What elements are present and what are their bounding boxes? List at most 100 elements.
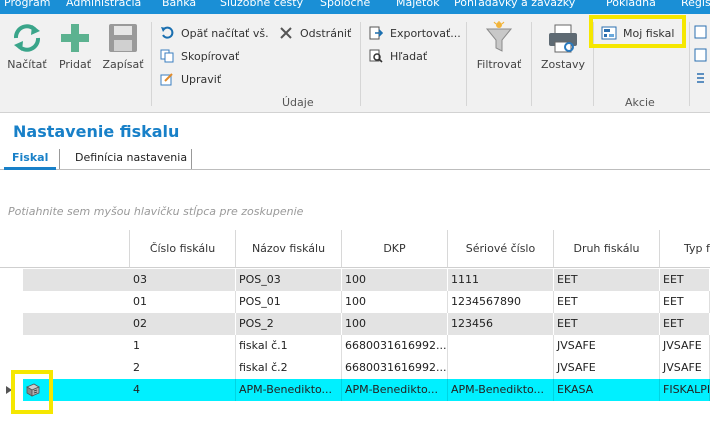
cell-nazov: POS_2 [236,313,342,335]
fiscal-data-grid: Číslo fiskálu Názov fiskálu DKP Sériové … [0,230,710,423]
cell-druh: EET [554,291,660,313]
table-row[interactable]: 03 POS_03 100 1111 EET EET [0,269,710,291]
zapisat-button[interactable]: Zapísať [100,20,146,71]
cell-seriove [448,357,554,379]
ribbon-separator [466,22,467,106]
cell-typ: EET [660,269,710,291]
page-title: Nastavenie fiskalu [13,122,180,141]
column-header-nazov-fiskalu[interactable]: Názov fiskálu [236,230,342,268]
table-row[interactable]: 1 fiskal č.1 6680031616992... JVSAFE JVS… [0,335,710,357]
cell-druh: EET [554,269,660,291]
cell-nazov: fiskal č.2 [236,357,342,379]
skopirovat-button[interactable]: Skopírovať [158,46,239,66]
zapisat-label: Zapísať [102,58,144,71]
cell-cislo: 1 [130,335,236,357]
column-header-seriove-cislo[interactable]: Sériové číslo [448,230,554,268]
cell-typ: EET [660,313,710,335]
upravit-label: Upraviť [181,72,222,86]
menu-registre[interactable]: Regis [681,0,710,9]
cell-druh: EET [554,313,660,335]
hladat-button[interactable]: Hľadať [367,46,427,66]
odstranit-button[interactable]: Odstrániť [277,23,351,43]
main-menu-bar: Program Administrácia Banka Služobné ces… [0,0,710,14]
export-icon [367,25,385,41]
zostavy-label: Zostavy [540,58,586,71]
tab-definicia-nastavenia[interactable]: Definícia nastavenia [67,147,195,170]
filtrovat-label: Filtrovať [476,58,522,71]
cell-seriove: 123456 [448,313,554,335]
skopirovat-label: Skopírovať [181,49,240,63]
zostavy-button[interactable]: Zostavy [538,20,588,71]
menu-banka[interactable]: Banka [162,0,196,9]
opat-nacitat-label: Opäť načítať vš. [181,26,269,40]
cell-cislo: 02 [130,313,236,335]
exportovat-label: Exportovať... [390,26,461,40]
filtrovat-button[interactable]: Filtrovať [474,20,524,71]
cell-druh: JVSAFE [554,335,660,357]
menu-majetok[interactable]: Majetok [396,0,439,9]
cell-druh: JVSAFE [554,357,660,379]
row-indicator-header [0,230,23,268]
ribbon-separator [151,22,152,106]
cell-dkp: 6680031616992... [342,335,448,357]
table-row[interactable]: 02 POS_2 100 123456 EET EET [0,313,710,335]
column-header-dkp[interactable]: DKP [342,230,448,268]
highlight-box [11,370,53,414]
row-indicator [0,291,23,313]
find-binoculars-icon [367,48,385,64]
cell-cislo: 03 [130,269,236,291]
ribbon-separator [360,22,361,106]
table-row-selected[interactable]: 4 APM-Benedikto... APM-Benedikto... APM-… [0,379,710,401]
cell-cislo: 2 [130,357,236,379]
row-indicator [0,269,23,291]
cell-dkp: 6680031616992... [342,357,448,379]
opat-nacitat-button[interactable]: Opäť načítať vš. [158,23,269,43]
odstranit-label: Odstrániť [300,26,352,40]
copy-icon [158,48,176,64]
cell-typ: JVSAFE [660,335,710,357]
cell-seriove: 1234567890 [448,291,554,313]
cell-typ: EET [660,291,710,313]
cell-seriove [448,335,554,357]
menu-administracia[interactable]: Administrácia [66,0,141,9]
cell-dkp: 100 [342,269,448,291]
column-header-icon[interactable] [23,230,130,268]
cell-druh: EKASA [554,379,660,401]
reload-all-icon [158,25,176,41]
exportovat-button[interactable]: Exportovať... [367,23,461,43]
menu-sluzobne-cesty[interactable]: Služobné cesty [220,0,303,9]
menu-spolocne[interactable]: Spoločné [320,0,370,9]
refresh-icon [4,20,50,56]
highlight-box [589,15,686,48]
edit-icon [158,71,176,87]
ribbon-toolbar: Načítať Pridať Zapísať Opäť načítať vš. … [0,14,710,113]
upravit-button[interactable]: Upraviť [158,69,221,89]
cell-nazov: fiskal č.1 [236,335,342,357]
ribbon-overflow-icons [693,24,709,90]
group-by-hint[interactable]: Potiahnite sem myšou hlavičku stĺpca pre… [8,205,303,218]
tab-separator [59,149,60,169]
nacitat-label: Načítať [7,58,47,71]
filter-funnel-icon [474,20,524,56]
group-udaje-label: Údaje [282,96,314,109]
pridat-button[interactable]: Pridať [52,20,98,71]
menu-pohladavky[interactable]: Pohľadávky a záväzky [454,0,575,9]
plus-icon [52,20,98,56]
group-akcie-label: Akcie [625,96,655,109]
cell-nazov: POS_03 [236,269,342,291]
nacitat-button[interactable]: Načítať [4,20,50,71]
menu-program[interactable]: Program [4,0,50,9]
tab-separator [191,149,192,169]
column-header-cislo-fiskalu[interactable]: Číslo fiskálu [130,230,236,268]
column-header-typ-fiskalu[interactable]: Typ f [660,230,710,268]
cell-typ: FISKALPR [660,379,710,401]
table-row[interactable]: 2 fiskal č.2 6680031616992... JVSAFE JVS… [0,357,710,379]
cell-cislo: 4 [130,379,236,401]
tab-fiskal[interactable]: Fiskal [4,147,57,170]
table-row[interactable]: 01 POS_01 100 1234567890 EET EET [0,291,710,313]
menu-pokladna[interactable]: Pokladňa [606,0,656,9]
cell-nazov: POS_01 [236,291,342,313]
row-indicator [0,335,23,357]
column-header-druh-fiskalu[interactable]: Druh fiskálu [554,230,660,268]
cell-typ: JVSAFE [660,357,710,379]
